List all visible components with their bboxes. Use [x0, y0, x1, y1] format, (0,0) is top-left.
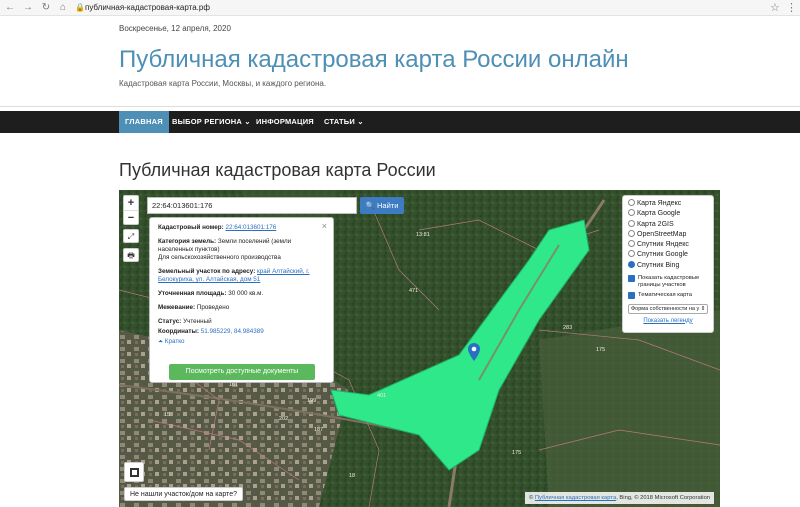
collapse-link[interactable]: ⏶ Кратко — [158, 338, 325, 346]
show-borders-checkbox[interactable]: Показать кадастровые границы участков — [628, 275, 708, 288]
layer-label: Карта 2GIS — [637, 220, 674, 228]
nav-home[interactable]: ГЛАВНАЯ — [119, 111, 169, 133]
ownership-select[interactable]: Форма собственности на у ⇕ — [628, 303, 708, 314]
location-pin-icon[interactable] — [468, 343, 480, 361]
cadastral-map[interactable]: 13:81 471 283 175 401 161 175 202 187 19… — [119, 190, 720, 507]
parcel-info-popup: × Кадастровый номер: 22:64:013601:176 Ка… — [149, 217, 334, 383]
status-value: Учтенный — [183, 318, 212, 325]
zoom-control: + − — [123, 195, 139, 225]
layer-label: Карта Яндекс — [637, 200, 682, 207]
layer-option-yandex-map[interactable]: Карта Яндекс — [628, 199, 708, 209]
address-bar[interactable]: публичная-кадастровая-карта.рф — [85, 3, 210, 12]
layer-label: Спутник Яндекс — [637, 241, 689, 249]
browser-menu-icon[interactable]: ⋮ — [786, 1, 797, 14]
radio-icon[interactable] — [628, 229, 635, 237]
radio-icon[interactable] — [628, 209, 635, 217]
lock-icon: 🔒 — [75, 3, 85, 12]
coordinates-label: Координаты: — [158, 328, 199, 335]
square-icon — [130, 468, 139, 477]
map-label: 199 — [307, 398, 317, 404]
cadastral-number-link[interactable]: 22:64:013601:176 — [226, 224, 277, 231]
cadastral-search-input[interactable]: 22:64:013601:176 — [147, 197, 357, 214]
map-label: 13:81 — [416, 232, 430, 238]
radio-icon[interactable] — [628, 219, 635, 227]
attribution-link[interactable]: Публичная кадастровая карта — [535, 495, 616, 501]
radio-icon[interactable] — [628, 250, 635, 258]
nav-info[interactable]: ИНФОРМАЦИЯ — [250, 111, 320, 133]
page-title: Публичная кадастровая карта России — [119, 160, 436, 180]
layer-option-2gis-map[interactable]: Карта 2GIS — [628, 219, 708, 230]
layer-option-yandex-satellite[interactable]: Спутник Яндекс — [628, 240, 708, 250]
survey-value: Проведено — [196, 304, 230, 311]
map-label: 175 — [512, 450, 522, 456]
print-icon[interactable]: 🖶 — [123, 248, 139, 262]
thematic-map-checkbox[interactable]: Тематическая карта — [628, 292, 708, 300]
header-date: Воскресенье, 12 апреля, 2020 — [119, 24, 231, 33]
layer-label: OpenStreetMap — [637, 230, 687, 238]
radio-selected-icon[interactable] — [628, 260, 635, 268]
map-label: 18 — [349, 473, 356, 479]
zoom-out-button[interactable]: − — [124, 210, 138, 224]
coordinates-value[interactable]: 51.985229, 84.984389 — [201, 328, 264, 335]
radio-icon[interactable] — [628, 199, 635, 206]
area-value: 30 000 кв.м. — [228, 290, 264, 297]
land-category-label: Категория земель: — [158, 238, 217, 245]
browser-toolbar: ← → ↻ ⌂ 🔒 публичная-кадастровая-карта.рф… — [0, 0, 800, 16]
forward-icon[interactable]: → — [22, 2, 34, 14]
site-title[interactable]: Публичная кадастровая карта России онлай… — [119, 46, 629, 74]
map-label: 202 — [279, 416, 289, 422]
layer-option-bing-satellite[interactable]: Спутник Bing — [628, 260, 708, 271]
area-label: Уточненная площадь: — [158, 290, 227, 297]
land-usage-value: Для сельскохозяйственного производства — [158, 254, 281, 261]
back-icon[interactable]: ← — [4, 2, 16, 14]
layer-label: Карта Google — [637, 210, 681, 218]
address-label: Земельный участок по адресу: — [158, 268, 256, 275]
survey-label: Межевание: — [158, 304, 196, 311]
checkbox-label: Тематическая карта — [638, 292, 692, 299]
zoom-in-button[interactable]: + — [124, 196, 138, 210]
layer-option-osm[interactable]: OpenStreetMap — [628, 229, 708, 240]
map-label: 187 — [314, 427, 324, 433]
checkbox-label: Показать кадастровые границы участков — [638, 275, 700, 288]
not-found-button[interactable]: Не нашли участок/дом на карте? — [124, 487, 243, 501]
map-label: 283 — [563, 325, 573, 331]
attribution-suffix: , Bing, © 2018 Microsoft Corporation — [616, 495, 711, 501]
site-tagline: Кадастровая карта России, Москвы, и кажд… — [119, 79, 327, 88]
layer-label: Спутник Google — [637, 251, 688, 259]
checkbox-checked-icon[interactable] — [628, 275, 635, 283]
cadastral-number-label: Кадастровый номер: — [158, 224, 224, 231]
home-icon[interactable]: ⌂ — [57, 2, 69, 14]
radio-icon[interactable] — [628, 240, 635, 248]
layer-label: Спутник Bing — [637, 261, 680, 269]
layer-option-google-map[interactable]: Карта Google — [628, 209, 708, 219]
fullscreen-button[interactable] — [124, 462, 144, 482]
expand-icon[interactable]: ⤢ — [123, 229, 139, 243]
nav-region-select[interactable]: ВЫБОР РЕГИОНА ⌄ — [166, 111, 257, 133]
map-label: 15 — [164, 412, 171, 418]
checkbox-checked-icon[interactable] — [628, 292, 635, 300]
reload-icon[interactable]: ↻ — [40, 2, 52, 14]
layer-option-google-satellite[interactable]: Спутник Google — [628, 250, 708, 260]
status-label: Статус: — [158, 318, 182, 325]
bookmark-star-icon[interactable]: ☆ — [770, 1, 780, 14]
map-label: 175 — [596, 347, 606, 353]
map-label: 471 — [409, 288, 419, 294]
map-label: 401 — [377, 393, 387, 399]
map-layers-panel: Карта Яндекс Карта Google Карта 2GIS Ope… — [622, 195, 714, 333]
map-attribution: © Публичная кадастровая карта, Bing, © 2… — [525, 492, 715, 504]
view-documents-button[interactable]: Посмотреть доступные документы — [169, 364, 315, 380]
main-navbar: ГЛАВНАЯ ВЫБОР РЕГИОНА ⌄ ИНФОРМАЦИЯ СТАТЬ… — [0, 111, 800, 133]
show-legend-link[interactable]: Показать легенду — [628, 318, 708, 324]
nav-articles[interactable]: СТАТЬИ ⌄ — [318, 111, 370, 133]
close-icon[interactable]: × — [322, 222, 327, 231]
header-divider — [0, 106, 800, 107]
search-button[interactable]: 🔍 Найти — [360, 197, 404, 214]
